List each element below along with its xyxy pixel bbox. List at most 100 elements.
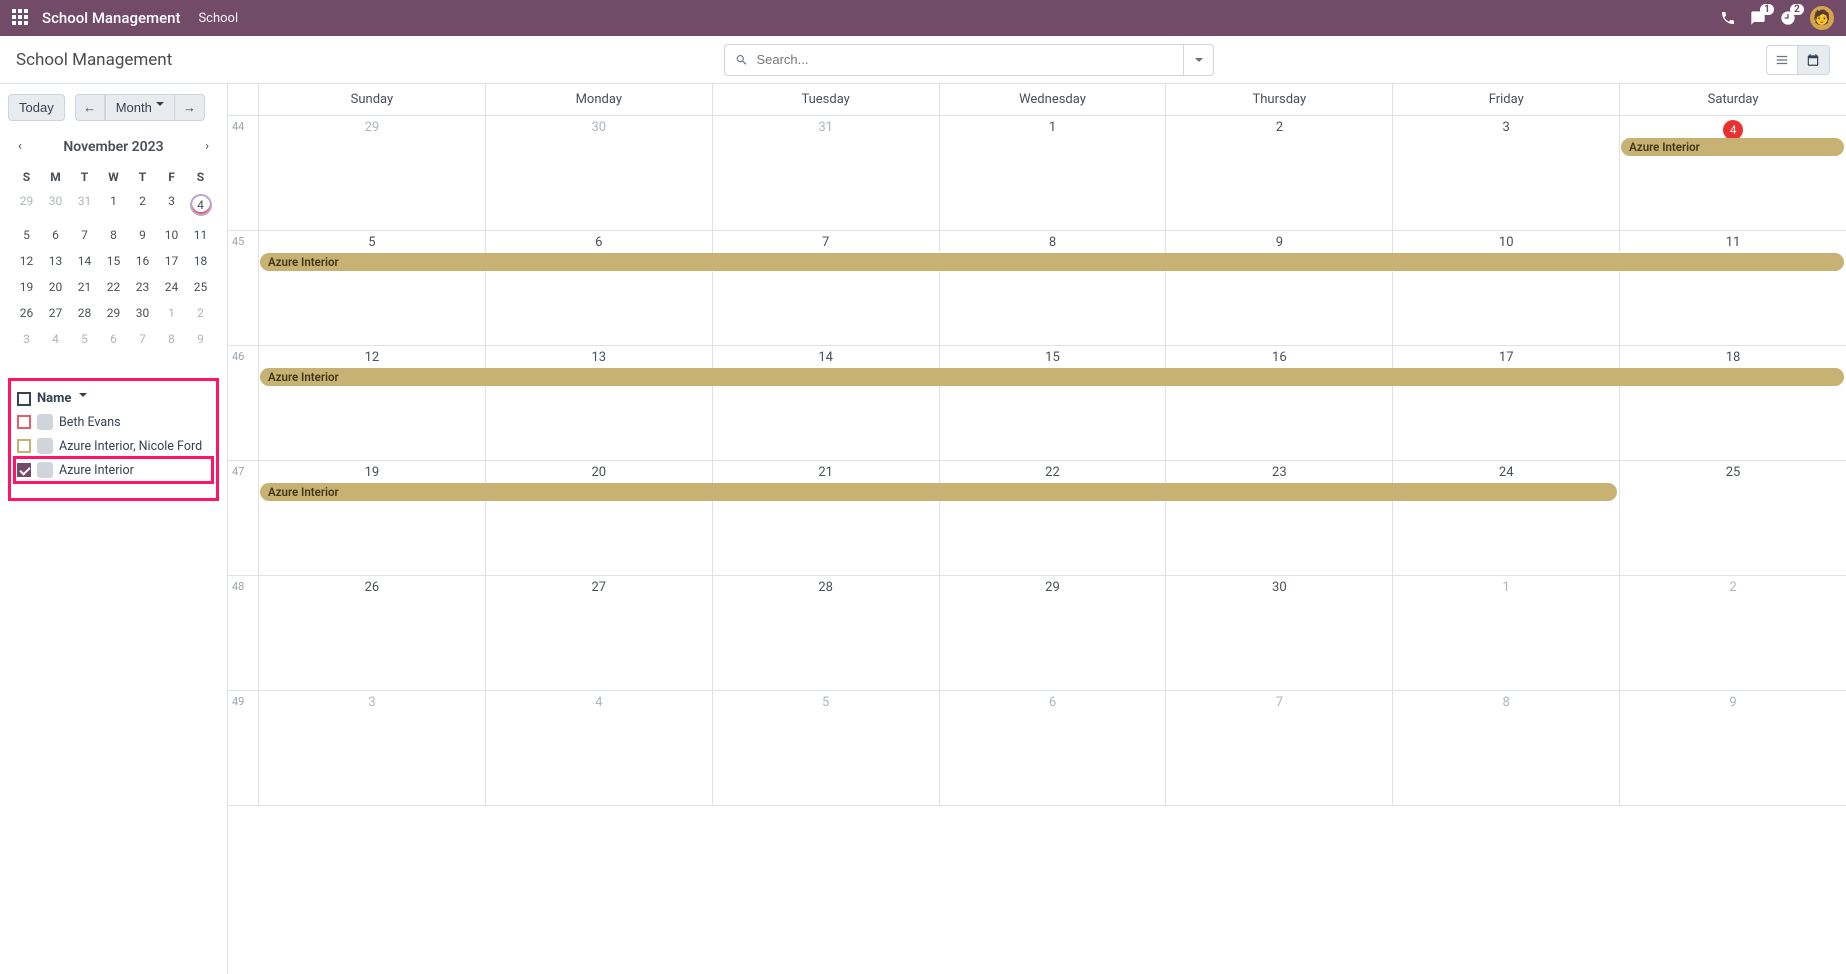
activity-icon[interactable]: 2 — [1780, 10, 1796, 26]
messages-icon[interactable]: 1 — [1750, 10, 1766, 26]
day-cell[interactable]: 6 — [485, 231, 712, 345]
next-button[interactable]: → — [175, 94, 205, 121]
prev-button[interactable]: ← — [75, 94, 105, 121]
event-bar[interactable]: Azure Interior — [260, 368, 1844, 386]
search-box[interactable] — [724, 44, 1184, 76]
day-cell[interactable]: 29 — [258, 116, 485, 230]
mini-day[interactable]: 10 — [157, 222, 186, 248]
day-cell[interactable]: 2 — [1165, 116, 1392, 230]
mini-day[interactable]: 4 — [186, 188, 215, 222]
day-cell[interactable]: 23 — [1165, 461, 1392, 575]
day-cell[interactable]: 14 — [712, 346, 939, 460]
mini-day[interactable]: 13 — [41, 248, 70, 274]
day-cell[interactable]: 30 — [485, 116, 712, 230]
mini-day[interactable]: 30 — [128, 300, 157, 326]
filter-item[interactable]: Azure Interior, Nicole Ford — [15, 434, 212, 458]
day-cell[interactable]: 2 — [1619, 576, 1846, 690]
apps-icon[interactable] — [12, 9, 30, 27]
mini-day[interactable]: 8 — [157, 326, 186, 352]
day-cell[interactable]: 9 — [1619, 691, 1846, 805]
day-cell[interactable]: 8 — [1392, 691, 1619, 805]
mini-day[interactable]: 30 — [41, 188, 70, 222]
mini-day[interactable]: 7 — [128, 326, 157, 352]
day-cell[interactable]: 17 — [1392, 346, 1619, 460]
mini-day[interactable]: 25 — [186, 274, 215, 300]
day-cell[interactable]: 16 — [1165, 346, 1392, 460]
mini-day[interactable]: 29 — [12, 188, 41, 222]
mini-day[interactable]: 12 — [12, 248, 41, 274]
day-cell[interactable]: 7 — [712, 231, 939, 345]
search-input[interactable] — [756, 52, 1173, 67]
day-cell[interactable]: 9 — [1165, 231, 1392, 345]
mini-day[interactable]: 2 — [128, 188, 157, 222]
day-cell[interactable]: 4 — [485, 691, 712, 805]
day-cell[interactable]: 31 — [712, 116, 939, 230]
day-cell[interactable]: 15 — [939, 346, 1166, 460]
mini-day[interactable]: 5 — [12, 222, 41, 248]
day-cell[interactable]: 20 — [485, 461, 712, 575]
mini-day[interactable]: 23 — [128, 274, 157, 300]
filter-checkbox[interactable] — [17, 439, 31, 453]
day-cell[interactable]: 6 — [939, 691, 1166, 805]
mini-day[interactable]: 26 — [12, 300, 41, 326]
filter-head[interactable]: Name — [15, 387, 212, 410]
range-button[interactable]: Month — [105, 94, 175, 121]
mini-day[interactable]: 5 — [70, 326, 99, 352]
mini-day[interactable]: 3 — [12, 326, 41, 352]
avatar[interactable]: 🧑 — [1810, 6, 1834, 30]
day-cell[interactable]: 24 — [1392, 461, 1619, 575]
mini-day[interactable]: 4 — [41, 326, 70, 352]
mini-day[interactable]: 9 — [128, 222, 157, 248]
day-cell[interactable]: 8 — [939, 231, 1166, 345]
event-bar[interactable]: Azure Interior — [260, 483, 1617, 501]
day-cell[interactable]: 4 — [1619, 116, 1846, 230]
day-cell[interactable]: 1 — [1392, 576, 1619, 690]
day-cell[interactable]: 27 — [485, 576, 712, 690]
day-cell[interactable]: 5 — [712, 691, 939, 805]
search-dropdown[interactable] — [1184, 44, 1214, 76]
day-cell[interactable]: 11 — [1619, 231, 1846, 345]
filter-checkbox[interactable] — [17, 463, 31, 477]
mini-prev[interactable]: ‹ — [12, 135, 28, 158]
day-cell[interactable]: 10 — [1392, 231, 1619, 345]
mini-day[interactable]: 7 — [70, 222, 99, 248]
filter-all-checkbox[interactable] — [17, 392, 31, 406]
mini-day[interactable]: 31 — [70, 188, 99, 222]
mini-day[interactable]: 21 — [70, 274, 99, 300]
mini-day[interactable]: 17 — [157, 248, 186, 274]
mini-day[interactable]: 28 — [70, 300, 99, 326]
mini-day[interactable]: 11 — [186, 222, 215, 248]
filter-item[interactable]: Beth Evans — [15, 410, 212, 434]
day-cell[interactable]: 29 — [939, 576, 1166, 690]
mini-day[interactable]: 6 — [99, 326, 128, 352]
day-cell[interactable]: 30 — [1165, 576, 1392, 690]
mini-day[interactable]: 6 — [41, 222, 70, 248]
mini-day[interactable]: 18 — [186, 248, 215, 274]
filter-item[interactable]: Azure Interior — [15, 458, 212, 482]
day-cell[interactable]: 18 — [1619, 346, 1846, 460]
day-cell[interactable]: 21 — [712, 461, 939, 575]
mini-day[interactable]: 14 — [70, 248, 99, 274]
mini-day[interactable]: 16 — [128, 248, 157, 274]
day-cell[interactable]: 28 — [712, 576, 939, 690]
day-cell[interactable]: 3 — [258, 691, 485, 805]
mini-day[interactable]: 20 — [41, 274, 70, 300]
filter-checkbox[interactable] — [17, 415, 31, 429]
event-bar[interactable]: Azure Interior — [1621, 138, 1844, 156]
mini-day[interactable]: 1 — [157, 300, 186, 326]
mini-day[interactable]: 2 — [186, 300, 215, 326]
day-cell[interactable]: 3 — [1392, 116, 1619, 230]
mini-day[interactable]: 27 — [41, 300, 70, 326]
day-cell[interactable]: 7 — [1165, 691, 1392, 805]
day-cell[interactable]: 1 — [939, 116, 1166, 230]
breadcrumb-school[interactable]: School — [198, 11, 238, 26]
day-cell[interactable]: 13 — [485, 346, 712, 460]
phone-icon[interactable] — [1720, 10, 1736, 26]
mini-next[interactable]: › — [199, 135, 215, 158]
mini-day[interactable]: 8 — [99, 222, 128, 248]
day-cell[interactable]: 22 — [939, 461, 1166, 575]
day-cell[interactable]: 5 — [258, 231, 485, 345]
day-cell[interactable]: 19 — [258, 461, 485, 575]
mini-day[interactable]: 3 — [157, 188, 186, 222]
mini-day[interactable]: 22 — [99, 274, 128, 300]
